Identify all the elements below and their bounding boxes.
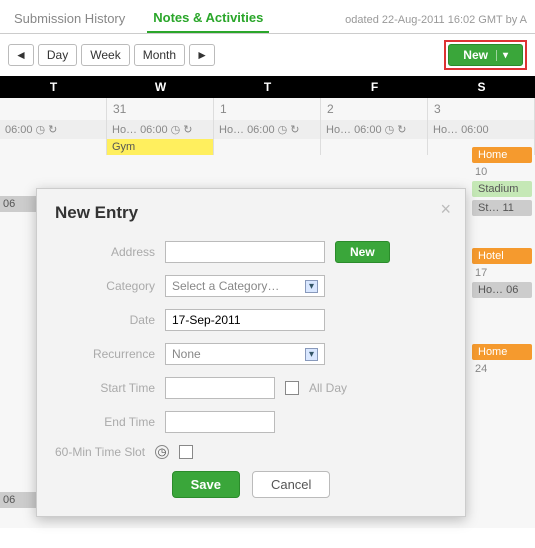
- label-category: Category: [55, 279, 155, 293]
- home-chip: Ho…: [112, 124, 137, 136]
- chevron-down-icon: ▾: [305, 348, 318, 361]
- refresh-icon: ↻: [183, 123, 192, 136]
- time-label: 06:00: [354, 124, 382, 136]
- end-time-input[interactable]: [165, 411, 275, 433]
- label-end: End Time: [55, 415, 155, 429]
- time-cell: Ho… 06:00 ◷ ↻: [107, 120, 214, 139]
- time-label: 06:00: [247, 124, 275, 136]
- clock-icon: ◷: [278, 123, 288, 136]
- home-chip: Ho…: [326, 124, 351, 136]
- next-button[interactable]: ►: [189, 44, 215, 66]
- label-date: Date: [55, 313, 155, 327]
- recurrence-value: None: [172, 347, 201, 361]
- address-new-button[interactable]: New: [335, 241, 390, 263]
- view-day[interactable]: Day: [38, 44, 77, 66]
- col-t: T: [0, 76, 107, 98]
- clock-icon: ◷: [155, 445, 169, 459]
- chip-hotel[interactable]: Hotel: [472, 248, 532, 264]
- category-value: Select a Category…: [172, 279, 279, 293]
- tab-submission-history[interactable]: Submission History: [8, 7, 131, 32]
- close-icon[interactable]: ×: [440, 199, 451, 220]
- refresh-icon: ↻: [397, 123, 406, 136]
- home-chip: Ho…: [433, 124, 458, 136]
- col-t2: T: [214, 76, 321, 98]
- time-label: 06:00: [140, 124, 168, 136]
- slot-checkbox[interactable]: [179, 445, 193, 459]
- daynum: 17: [469, 267, 535, 279]
- left-time: 06: [0, 196, 38, 212]
- chevron-down-icon[interactable]: ▾: [496, 50, 508, 61]
- start-time-input[interactable]: [165, 377, 275, 399]
- tab-notes-activities[interactable]: Notes & Activities: [147, 6, 269, 33]
- refresh-icon: ↻: [290, 123, 299, 136]
- chip-stadium[interactable]: Stadium: [472, 181, 532, 197]
- daynum: 1: [214, 98, 321, 120]
- clock-icon: ◷: [385, 123, 395, 136]
- left-time: 06: [0, 492, 38, 508]
- col-s: S: [428, 76, 535, 98]
- side-strip: Home 10 Stadium St… 11 Hotel 17 Ho… 06 H…: [469, 98, 535, 528]
- category-select[interactable]: Select a Category… ▾: [165, 275, 325, 297]
- new-entry-modal: × New Entry Address New Category Select …: [36, 188, 466, 517]
- view-month[interactable]: Month: [134, 44, 185, 66]
- left-time-col: 06 06: [0, 98, 38, 528]
- new-button-label: New: [463, 48, 488, 62]
- save-button[interactable]: Save: [172, 471, 240, 498]
- address-input[interactable]: [165, 241, 325, 263]
- view-week[interactable]: Week: [81, 44, 129, 66]
- date-input[interactable]: [165, 309, 325, 331]
- daynum: 31: [107, 98, 214, 120]
- empty-cell: [321, 139, 428, 155]
- daynum: 10: [469, 166, 535, 178]
- col-f: F: [321, 76, 428, 98]
- time-cell: Ho… 06:00 ◷ ↻: [321, 120, 428, 139]
- label-slot: 60-Min Time Slot: [55, 445, 145, 459]
- label-recurrence: Recurrence: [55, 347, 155, 361]
- daynum: 2: [321, 98, 428, 120]
- chip-home2[interactable]: Home: [472, 344, 532, 360]
- calendar-header: T W T F S: [0, 76, 535, 98]
- updated-timestamp: odated 22-Aug-2011 16:02 GMT by A: [345, 14, 527, 26]
- chip-home[interactable]: Home: [472, 147, 532, 163]
- label-start: Start Time: [55, 381, 155, 395]
- empty-cell: [214, 139, 321, 155]
- new-button[interactable]: New ▾: [448, 44, 523, 66]
- chip-stadium2[interactable]: St… 11: [472, 200, 532, 216]
- label-address: Address: [55, 245, 155, 259]
- cancel-button[interactable]: Cancel: [252, 471, 330, 498]
- prev-button[interactable]: ◄: [8, 44, 34, 66]
- allday-label: All Day: [309, 381, 347, 395]
- clock-icon: ◷: [171, 123, 181, 136]
- new-button-highlight: New ▾: [444, 40, 527, 70]
- refresh-icon: ↻: [48, 123, 57, 136]
- allday-checkbox[interactable]: [285, 381, 299, 395]
- modal-title: New Entry: [55, 203, 447, 223]
- recurrence-select[interactable]: None ▾: [165, 343, 325, 365]
- time-cell: Ho… 06:00 ◷ ↻: [214, 120, 321, 139]
- daynum: 24: [469, 363, 535, 375]
- chip-ho[interactable]: Ho… 06: [472, 282, 532, 298]
- gym-chip[interactable]: Gym: [107, 139, 214, 155]
- home-chip: Ho…: [219, 124, 244, 136]
- col-w: W: [107, 76, 214, 98]
- chevron-down-icon: ▾: [305, 280, 318, 293]
